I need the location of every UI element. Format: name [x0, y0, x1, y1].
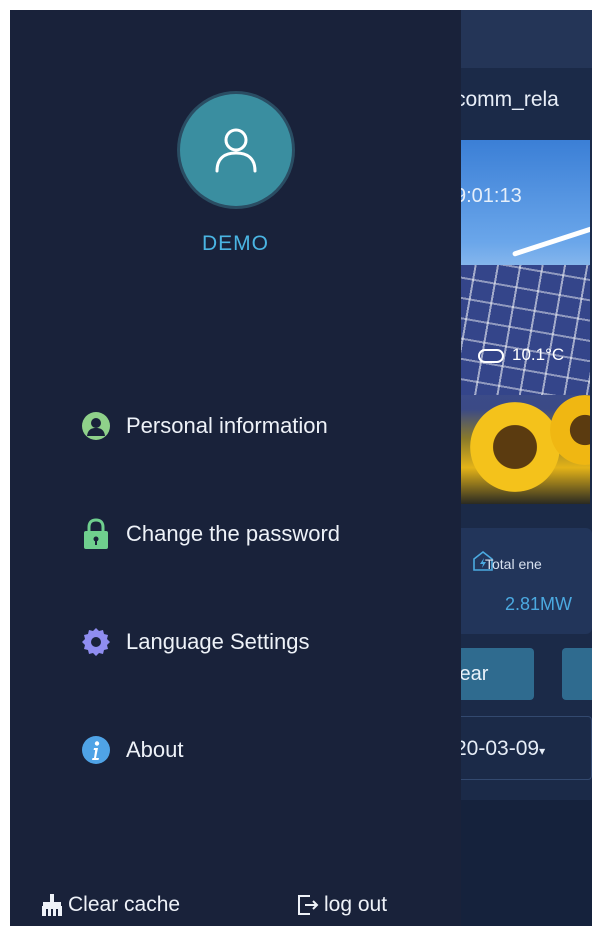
- background-temperature: 10.1°C: [478, 345, 564, 365]
- menu-item-personal-information[interactable]: Personal information: [80, 404, 328, 448]
- menu-item-label: Personal information: [126, 413, 328, 438]
- info-icon: [80, 734, 112, 766]
- user-icon: [215, 128, 257, 173]
- log-out-label: log out: [324, 893, 388, 916]
- background-title: comm_rela: [455, 88, 559, 111]
- wind-turbine-blade: [511, 218, 590, 257]
- menu-item-about[interactable]: About: [80, 728, 184, 772]
- clear-cache-label: Clear cache: [68, 893, 181, 916]
- temperature-value: 10.1°C: [512, 345, 565, 364]
- clear-cache-button[interactable]: Clear cache: [40, 888, 180, 922]
- user-name: DEMO: [202, 232, 269, 255]
- user-avatar[interactable]: [180, 94, 292, 206]
- background-date-value: 20-03-09: [455, 737, 540, 760]
- menu-item-change-password[interactable]: Change the password: [80, 512, 340, 556]
- cloud-icon: [478, 348, 504, 363]
- logout-icon: [296, 893, 320, 917]
- sunflower: [470, 402, 560, 492]
- background-time: 9:01:13: [455, 185, 522, 207]
- menu-item-label: Language Settings: [126, 629, 310, 654]
- menu-item-label: Change the password: [126, 521, 341, 546]
- background-period-button: [562, 648, 592, 700]
- person-icon: [80, 410, 112, 442]
- lock-icon: [80, 518, 112, 550]
- side-drawer: DEMO Personal information Change the pas…: [10, 10, 461, 926]
- broom-icon: [40, 893, 64, 917]
- log-out-button[interactable]: log out: [296, 888, 387, 922]
- background-card-label: Total ene: [485, 556, 542, 572]
- gear-icon: [80, 626, 112, 658]
- menu-item-label: About: [126, 737, 184, 762]
- background-card-value: 2.81MW: [505, 594, 573, 614]
- menu-item-language-settings[interactable]: Language Settings: [80, 620, 310, 664]
